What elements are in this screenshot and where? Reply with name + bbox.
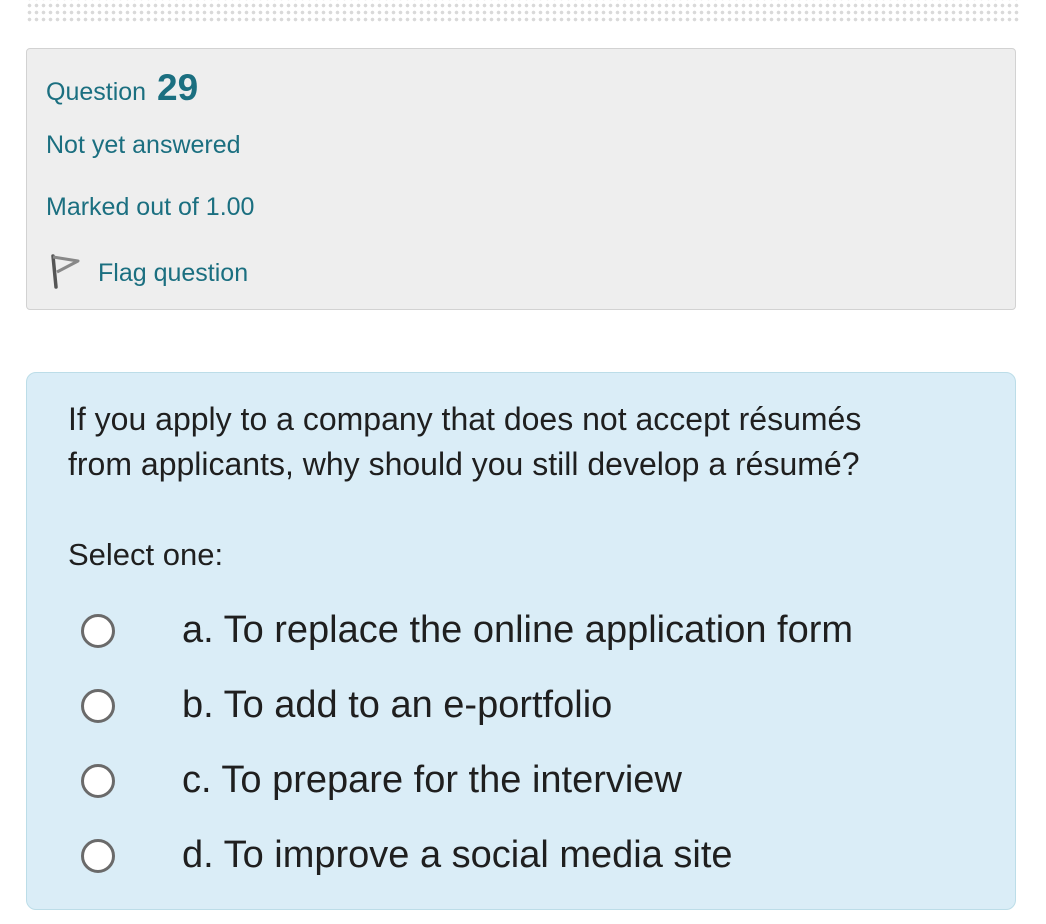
answer-option-b[interactable]: b. To add to an e-portfolio: [81, 668, 981, 743]
question-label: Question: [46, 78, 147, 106]
page-separator-dots: [26, 0, 1020, 24]
question-state: Not yet answered: [46, 131, 241, 159]
answer-option-label[interactable]: d. To improve a social media site: [182, 834, 733, 877]
answer-options: a. To replace the online application for…: [81, 593, 981, 893]
question-content-panel: If you apply to a company that does not …: [26, 372, 1016, 910]
question-number: 29: [157, 67, 199, 108]
answer-option-d[interactable]: d. To improve a social media site: [81, 818, 981, 893]
answer-option-label[interactable]: a. To replace the online application for…: [182, 609, 853, 652]
radio-button-c[interactable]: [81, 763, 115, 798]
question-info-panel: Question 29 Not yet answered Marked out …: [26, 48, 1016, 310]
answer-option-c[interactable]: c. To prepare for the interview: [81, 743, 981, 818]
radio-button-a[interactable]: [81, 613, 115, 648]
flag-outline-icon: [46, 251, 82, 296]
question-number-heading: Question 29: [46, 67, 198, 109]
question-text: If you apply to a company that does not …: [68, 401, 862, 482]
question-grade: Marked out of 1.00: [46, 193, 255, 221]
select-one-prompt: Select one:: [68, 537, 224, 572]
flag-question-link[interactable]: Flag question: [46, 253, 248, 293]
radio-button-b[interactable]: [81, 688, 115, 723]
radio-button-d[interactable]: [81, 838, 115, 873]
flag-question-label[interactable]: Flag question: [98, 259, 248, 288]
answer-option-label[interactable]: b. To add to an e-portfolio: [182, 684, 612, 727]
answer-option-a[interactable]: a. To replace the online application for…: [81, 593, 981, 668]
answer-option-label[interactable]: c. To prepare for the interview: [182, 759, 682, 802]
